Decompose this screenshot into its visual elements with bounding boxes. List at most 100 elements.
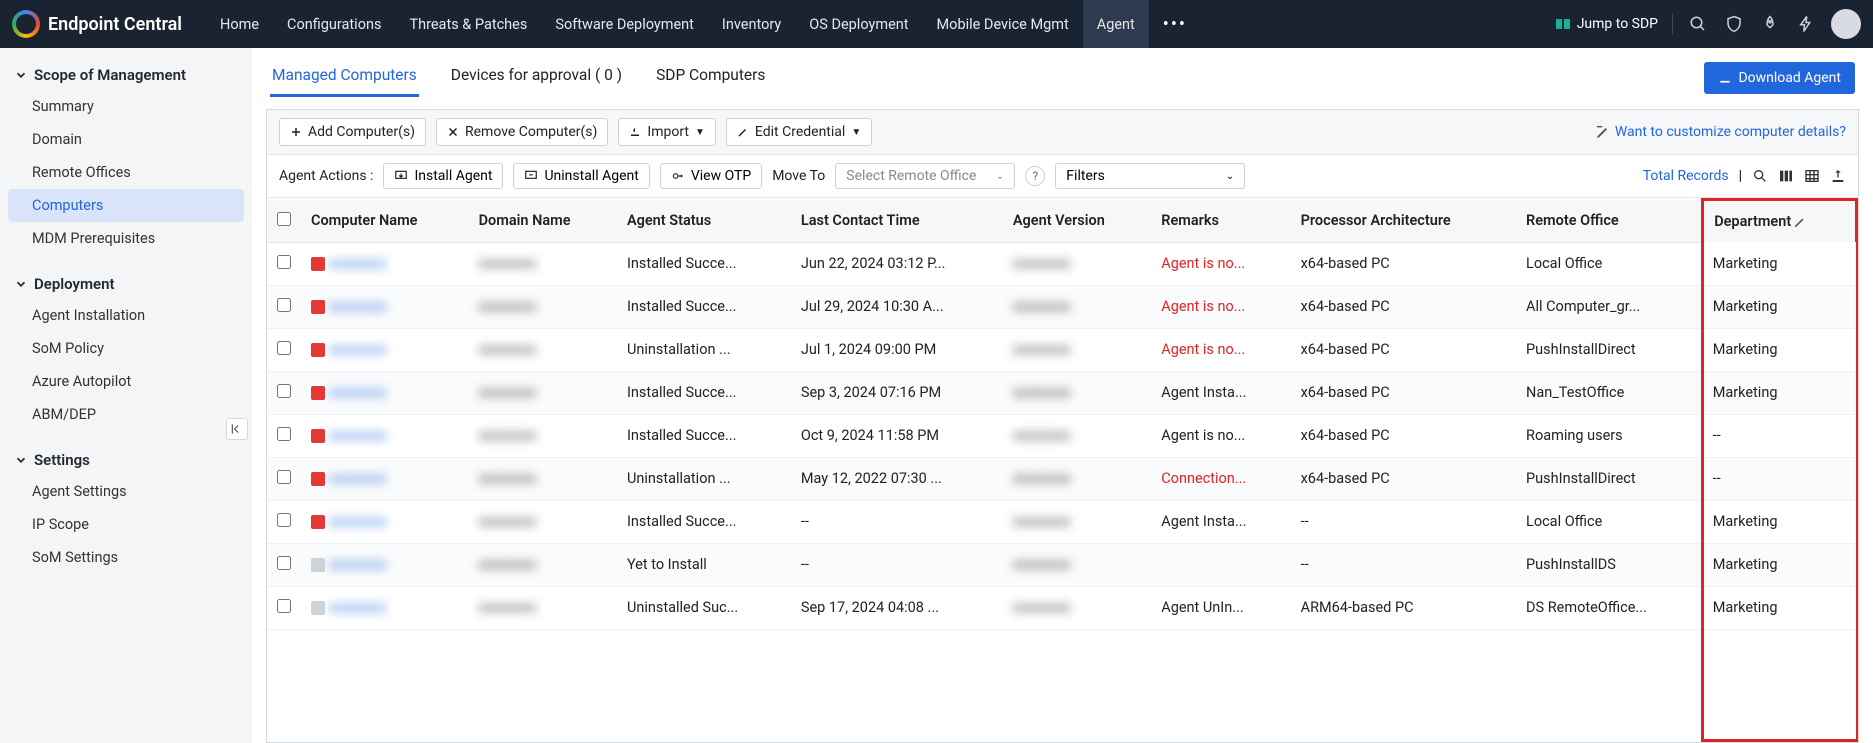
pencil-icon[interactable] <box>1793 215 1807 229</box>
sidebar-item-ip-scope[interactable]: IP Scope <box>0 508 252 541</box>
row-checkbox[interactable] <box>277 470 291 484</box>
nav-more[interactable]: ••• <box>1149 14 1201 35</box>
remote-office-select[interactable]: Select Remote Office ⌄ <box>835 163 1015 189</box>
column-header[interactable]: Computer Name <box>301 200 469 243</box>
table-row[interactable]: xxxxxxxxxxxxxxxxInstalled Succe...--xxxx… <box>267 500 1857 543</box>
sdp-icon <box>1555 16 1571 32</box>
table-row[interactable]: xxxxxxxxxxxxxxxxUninstallation ...Jul 1,… <box>267 328 1857 371</box>
pipe: | <box>1739 168 1742 184</box>
install-agent-button[interactable]: Install Agent <box>383 163 503 189</box>
sidebar-item-remote-offices[interactable]: Remote Offices <box>0 156 252 189</box>
table-wrap[interactable]: Computer NameDomain NameAgent StatusLast… <box>267 198 1858 742</box>
download-agent-button[interactable]: Download Agent <box>1704 62 1855 94</box>
sidebar-item-domain[interactable]: Domain <box>0 123 252 156</box>
total-records-link[interactable]: Total Records <box>1643 168 1729 184</box>
sidebar-item-azure-autopilot[interactable]: Azure Autopilot <box>0 365 252 398</box>
remove-computer-button[interactable]: Remove Computer(s) <box>436 118 608 146</box>
nav-item-software-deployment[interactable]: Software Deployment <box>541 0 708 48</box>
toolbar: Add Computer(s) Remove Computer(s) Impor… <box>267 110 1858 155</box>
row-checkbox[interactable] <box>277 384 291 398</box>
rocket-icon[interactable] <box>1759 13 1781 35</box>
column-header[interactable]: Remarks <box>1151 200 1290 243</box>
cell: x64-based PC <box>1291 414 1516 457</box>
sidebar-item-som-settings[interactable]: SoM Settings <box>0 541 252 574</box>
sidebar-item-agent-settings[interactable]: Agent Settings <box>0 475 252 508</box>
nav-item-mobile-device-mgmt[interactable]: Mobile Device Mgmt <box>923 0 1083 48</box>
nav-item-threats-patches[interactable]: Threats & Patches <box>395 0 541 48</box>
view-otp-button[interactable]: View OTP <box>660 163 762 189</box>
subtab-sdp-computers[interactable]: SDP Computers <box>654 58 767 97</box>
column-header[interactable]: Remote Office <box>1516 200 1703 243</box>
cell: Jul 1, 2024 09:00 PM <box>791 328 1003 371</box>
app-logo[interactable]: Endpoint Central <box>12 10 182 38</box>
sidebar-item-computers[interactable]: Computers <box>8 189 244 222</box>
user-avatar[interactable] <box>1831 9 1861 39</box>
import-icon <box>629 126 641 138</box>
cell: -- <box>791 543 1003 586</box>
column-header[interactable]: Agent Status <box>617 200 791 243</box>
nav-item-home[interactable]: Home <box>206 0 273 48</box>
column-header[interactable]: Agent Version <box>1003 200 1151 243</box>
table-row[interactable]: xxxxxxxxxxxxxxxxInstalled Succe...Jun 22… <box>267 242 1857 285</box>
chevron-down-icon: ⌄ <box>1226 171 1234 182</box>
cell: ARM64-based PC <box>1291 586 1516 629</box>
nav-item-agent[interactable]: Agent <box>1083 0 1149 48</box>
bolt-icon[interactable] <box>1795 13 1817 35</box>
column-header[interactable]: Last Contact Time <box>791 200 1003 243</box>
row-checkbox[interactable] <box>277 513 291 527</box>
row-checkbox[interactable] <box>277 556 291 570</box>
subtab-devices-for-approval-[interactable]: Devices for approval ( 0 ) <box>449 58 624 97</box>
sidebar-item-agent-installation[interactable]: Agent Installation <box>0 299 252 332</box>
import-button[interactable]: Import ▼ <box>618 118 716 146</box>
table-row[interactable]: xxxxxxxxxxxxxxxxYet to Install--xxxxxxxx… <box>267 543 1857 586</box>
column-header[interactable] <box>267 200 301 243</box>
row-checkbox[interactable] <box>277 255 291 269</box>
agent-actions-label: Agent Actions : <box>279 168 373 184</box>
shield-icon[interactable] <box>1723 13 1745 35</box>
sidebar-item-abm-dep[interactable]: ABM/DEP <box>0 398 252 431</box>
row-checkbox[interactable] <box>277 298 291 312</box>
sidebar-item-summary[interactable]: Summary <box>0 90 252 123</box>
column-settings-icon[interactable] <box>1778 168 1794 184</box>
column-header[interactable]: Processor Architecture <box>1291 200 1516 243</box>
cell: xxxxxxxx <box>469 328 617 371</box>
filters-label: Filters <box>1066 168 1105 184</box>
help-icon[interactable]: ? <box>1025 166 1045 186</box>
sidebar-section-scope-of-management[interactable]: Scope of Management <box>0 60 252 90</box>
cell: x64-based PC <box>1291 285 1516 328</box>
cell: PushInstallDS <box>1516 543 1703 586</box>
sidebar-collapse-button[interactable] <box>226 418 248 440</box>
table-view-icon[interactable] <box>1804 168 1820 184</box>
nav-item-inventory[interactable]: Inventory <box>708 0 795 48</box>
table-row[interactable]: xxxxxxxxxxxxxxxxInstalled Succe...Jul 29… <box>267 285 1857 328</box>
row-checkbox[interactable] <box>277 427 291 441</box>
table-row[interactable]: xxxxxxxxxxxxxxxxUninstallation ...May 12… <box>267 457 1857 500</box>
nav-item-configurations[interactable]: Configurations <box>273 0 395 48</box>
edit-credential-button[interactable]: Edit Credential ▼ <box>726 118 872 146</box>
table-row[interactable]: xxxxxxxxxxxxxxxxInstalled Succe...Sep 3,… <box>267 371 1857 414</box>
cell: Jun 22, 2024 03:12 P... <box>791 242 1003 285</box>
cell: All Computer_gr... <box>1516 285 1703 328</box>
search-icon[interactable] <box>1687 13 1709 35</box>
subtab-managed-computers[interactable]: Managed Computers <box>270 58 419 97</box>
top-nav: Endpoint Central HomeConfigurationsThrea… <box>0 0 1873 48</box>
nav-item-os-deployment[interactable]: OS Deployment <box>795 0 922 48</box>
sidebar-item-som-policy[interactable]: SoM Policy <box>0 332 252 365</box>
add-computer-button[interactable]: Add Computer(s) <box>279 118 426 146</box>
uninstall-agent-button[interactable]: Uninstall Agent <box>513 163 649 189</box>
column-header[interactable]: Domain Name <box>469 200 617 243</box>
table-row[interactable]: xxxxxxxxxxxxxxxxUninstalled Suc...Sep 17… <box>267 586 1857 629</box>
row-checkbox[interactable] <box>277 599 291 613</box>
row-checkbox[interactable] <box>277 341 291 355</box>
sidebar-item-mdm-prerequisites[interactable]: MDM Prerequisites <box>0 222 252 255</box>
column-header[interactable]: Department <box>1703 200 1857 243</box>
select-all-checkbox[interactable] <box>277 212 291 226</box>
jump-to-sdp-link[interactable]: Jump to SDP <box>1555 16 1658 32</box>
filters-select[interactable]: Filters ⌄ <box>1055 163 1245 189</box>
table-row[interactable]: xxxxxxxxxxxxxxxxInstalled Succe...Oct 9,… <box>267 414 1857 457</box>
customize-link[interactable]: Want to customize computer details? <box>1595 124 1846 140</box>
sidebar-section-deployment[interactable]: Deployment <box>0 269 252 299</box>
export-icon[interactable] <box>1830 168 1846 184</box>
table-search-icon[interactable] <box>1752 168 1768 184</box>
sidebar-section-settings[interactable]: Settings <box>0 445 252 475</box>
